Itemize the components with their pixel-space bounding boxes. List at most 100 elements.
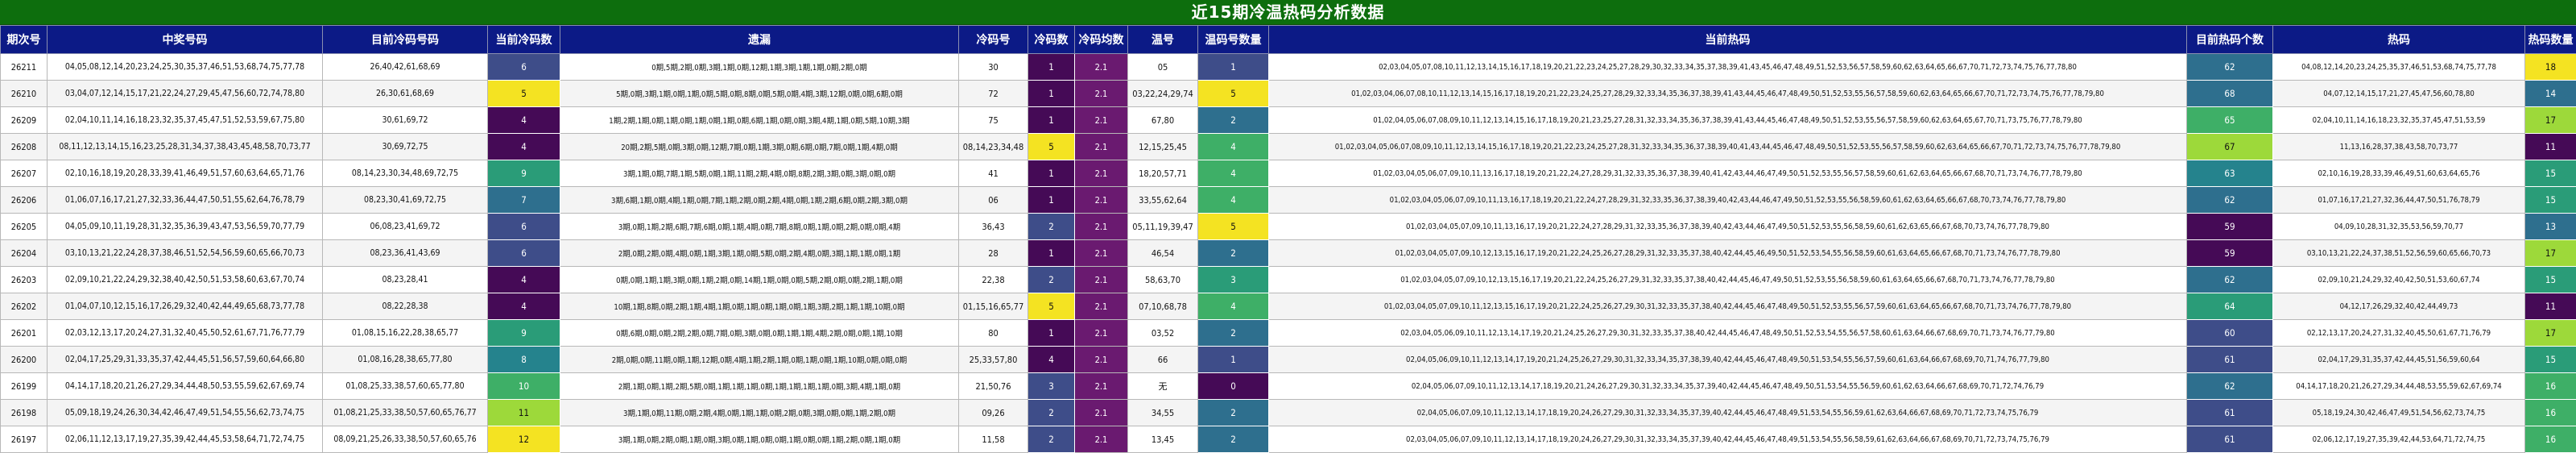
warm-count-cell: 3 [1197, 266, 1269, 293]
omission-cell: 3期,1期,0期,2期,0期,1期,0期,3期,0期,1期,0期,0期,1期,0… [560, 426, 959, 453]
hot-count-cell: 62 [2186, 266, 2273, 293]
hot-cell: 02,12,13,17,20,24,27,31,32,40,45,50,61,6… [2272, 319, 2525, 347]
cold-num-cell: 5 [1028, 293, 1075, 320]
omission-cell: 10期,1期,8期,0期,2期,1期,4期,1期,0期,1期,0期,1期,0期,… [560, 293, 959, 320]
winning-numbers-cell: 02,09,10,21,22,24,29,32,38,40,42,50,51,5… [47, 266, 323, 293]
warm-count-cell: 4 [1197, 160, 1269, 187]
hot-count-cell: 61 [2186, 426, 2273, 453]
header-hot-num: 热码数量 [2524, 25, 2576, 54]
omission-cell: 20期,2期,5期,0期,3期,0期,12期,7期,0期,1期,3期,0期,6期… [560, 133, 959, 160]
cold-avg-cell: 2.1 [1074, 346, 1128, 373]
hot-num-cell: 15 [2524, 186, 2576, 214]
cold-no-cell: 28 [958, 239, 1028, 267]
table-row: 26201 02,03,12,13,17,20,24,27,31,32,40,45… [0, 319, 2576, 347]
hot-cell: 05,18,19,24,30,42,46,47,49,51,54,56,62,7… [2272, 399, 2525, 426]
winning-numbers-cell: 08,11,12,13,14,15,16,23,25,28,31,34,37,3… [47, 133, 323, 160]
cold-count-cell: 6 [487, 213, 560, 240]
cold-no-cell: 06 [958, 186, 1028, 214]
cold-numbers-cell: 01,08,25,33,38,57,60,65,77,80 [322, 372, 488, 400]
table-row: 26202 01,04,07,10,12,15,16,17,26,29,32,40… [0, 293, 2576, 320]
cold-avg-cell: 2.1 [1074, 319, 1128, 347]
hot-cell: 04,14,17,18,20,21,26,27,29,34,44,48,53,5… [2272, 372, 2525, 400]
omission-cell: 2期,0期,2期,0期,4期,0期,1期,3期,1期,0期,5期,0期,2期,4… [560, 239, 959, 267]
omission-cell: 2期,1期,0期,1期,2期,5期,0期,1期,1期,1期,0期,1期,1期,1… [560, 372, 959, 400]
header-hot: 热码 [2272, 25, 2525, 54]
cold-count-cell: 6 [487, 239, 560, 267]
hot-num-cell: 15 [2524, 346, 2576, 373]
cold-count-cell: 4 [487, 266, 560, 293]
hot-cell: 04,07,12,14,15,17,21,27,45,47,56,60,78,8… [2272, 80, 2525, 107]
hot-num-cell: 16 [2524, 426, 2576, 453]
hot-cell: 04,12,17,26,29,32,40,42,44,49,73 [2272, 293, 2525, 320]
current-hot-cell: 01,02,04,05,06,07,08,09,10,11,12,13,14,1… [1268, 106, 2187, 134]
current-hot-cell: 02,04,05,06,09,10,11,12,13,14,17,19,20,2… [1268, 346, 2187, 373]
warm-cell: 13,45 [1127, 426, 1198, 453]
cold-no-cell: 11,58 [958, 426, 1028, 453]
table-row: 26205 04,05,09,10,11,19,28,31,32,35,36,39… [0, 213, 2576, 240]
warm-cell: 58,63,70 [1127, 266, 1198, 293]
cold-avg-cell: 2.1 [1074, 239, 1128, 267]
current-hot-cell: 01,02,03,04,05,07,09,10,11,13,16,17,19,2… [1268, 213, 2187, 240]
hot-cell: 04,08,12,14,20,23,24,25,35,37,46,51,53,6… [2272, 53, 2525, 81]
warm-cell: 03,22,24,29,74 [1127, 80, 1198, 107]
cold-numbers-cell: 08,14,23,30,34,48,69,72,75 [322, 160, 488, 187]
issue-cell: 26211 [0, 53, 48, 81]
cold-num-cell: 1 [1028, 186, 1075, 214]
warm-count-cell: 5 [1197, 80, 1269, 107]
current-hot-cell: 01,02,03,04,06,07,08,10,11,12,13,14,15,1… [1268, 80, 2187, 107]
table-body: 26211 04,05,08,12,14,20,23,24,25,30,35,37… [0, 53, 2576, 453]
header-cold-avg: 冷码均数 [1074, 25, 1128, 54]
issue-cell: 26205 [0, 213, 48, 240]
hot-count-cell: 68 [2186, 80, 2273, 107]
current-hot-cell: 02,03,04,05,07,08,10,11,12,13,14,15,16,1… [1268, 53, 2187, 81]
cold-no-cell: 25,33,57,80 [958, 346, 1028, 373]
cold-avg-cell: 2.1 [1074, 80, 1128, 107]
cold-num-cell: 3 [1028, 372, 1075, 400]
cold-count-cell: 9 [487, 160, 560, 187]
table-row: 26200 02,04,17,25,29,31,33,35,37,42,44,45… [0, 346, 2576, 373]
issue-cell: 26200 [0, 346, 48, 373]
cold-no-cell: 80 [958, 319, 1028, 347]
cold-count-cell: 4 [487, 133, 560, 160]
cold-numbers-cell: 08,23,36,41,43,69 [322, 239, 488, 267]
cold-num-cell: 1 [1028, 319, 1075, 347]
table-row: 26198 05,09,18,19,24,26,30,34,42,46,47,49… [0, 399, 2576, 426]
hot-num-cell: 13 [2524, 213, 2576, 240]
winning-numbers-cell: 02,06,11,12,13,17,19,27,35,39,42,44,45,5… [47, 426, 323, 453]
cold-numbers-cell: 08,23,30,41,69,72,75 [322, 186, 488, 214]
cold-numbers-cell: 06,08,23,41,69,72 [322, 213, 488, 240]
table-row: 26204 03,10,13,21,22,24,28,37,38,46,51,52… [0, 239, 2576, 267]
omission-cell: 5期,0期,3期,1期,0期,1期,0期,5期,0期,8期,0期,5期,0期,4… [560, 80, 959, 107]
issue-cell: 26198 [0, 399, 48, 426]
hot-num-cell: 17 [2524, 319, 2576, 347]
cold-count-cell: 8 [487, 346, 560, 373]
warm-count-cell: 2 [1197, 239, 1269, 267]
winning-numbers-cell: 04,14,17,18,20,21,26,27,29,34,44,48,50,5… [47, 372, 323, 400]
warm-cell: 03,52 [1127, 319, 1198, 347]
hot-cell: 11,13,16,28,37,38,43,58,70,73,77 [2272, 133, 2525, 160]
table-row: 26199 04,14,17,18,20,21,26,27,29,34,44,48… [0, 372, 2576, 400]
cold-no-cell: 08,14,23,34,48 [958, 133, 1028, 160]
table-row: 26203 02,09,10,21,22,24,29,32,38,40,42,50… [0, 266, 2576, 293]
cold-numbers-cell: 01,08,16,28,38,65,77,80 [322, 346, 488, 373]
omission-cell: 0期,6期,0期,0期,2期,2期,0期,7期,0期,3期,0期,0期,1期,1… [560, 319, 959, 347]
cold-num-cell: 1 [1028, 106, 1075, 134]
omission-cell: 1期,2期,1期,0期,1期,0期,1期,0期,1期,0期,6期,1期,0期,0… [560, 106, 959, 134]
current-hot-cell: 01,02,03,04,05,07,09,10,11,12,13,15,16,1… [1268, 293, 2187, 320]
hot-cell: 02,06,12,17,19,27,35,39,42,44,53,64,71,7… [2272, 426, 2525, 453]
warm-cell: 05,11,19,39,47 [1127, 213, 1198, 240]
omission-cell: 3期,6期,1期,0期,4期,1期,0期,7期,1期,2期,0期,2期,4期,0… [560, 186, 959, 214]
cold-num-cell: 2 [1028, 266, 1075, 293]
warm-cell: 07,10,68,78 [1127, 293, 1198, 320]
current-hot-cell: 02,04,05,06,07,09,10,11,12,13,14,17,18,1… [1268, 399, 2187, 426]
header-omission: 遗漏 [560, 25, 959, 54]
cold-no-cell: 36,43 [958, 213, 1028, 240]
omission-cell: 3期,1期,0期,11期,0期,2期,4期,0期,1期,1期,0期,2期,0期,… [560, 399, 959, 426]
hot-cell: 03,10,13,21,22,24,37,38,51,52,56,59,60,6… [2272, 239, 2525, 267]
header-warm-count: 温码号数量 [1197, 25, 1269, 54]
hot-cell: 04,09,10,28,31,32,35,53,56,59,70,77 [2272, 213, 2525, 240]
current-hot-cell: 01,02,03,04,05,06,07,09,10,11,13,16,17,1… [1268, 186, 2187, 214]
warm-count-cell: 2 [1197, 426, 1269, 453]
warm-cell: 12,15,25,45 [1127, 133, 1198, 160]
cold-avg-cell: 2.1 [1074, 213, 1128, 240]
